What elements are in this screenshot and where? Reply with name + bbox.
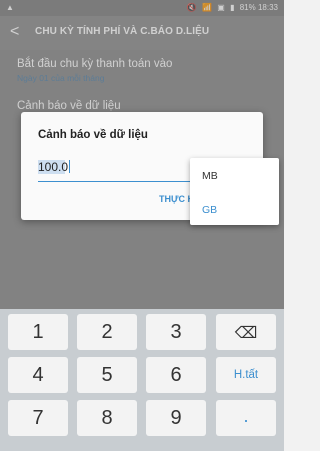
key-5[interactable]: 5 <box>77 357 137 393</box>
backspace-icon: ⌫ <box>234 325 258 342</box>
key-9[interactable]: 9 <box>146 400 206 436</box>
unit-option-gb[interactable]: GB <box>202 204 217 216</box>
key-2[interactable]: 2 <box>77 314 137 350</box>
decimal-key[interactable]: . <box>216 400 276 436</box>
warning-value-text: 100.0 <box>38 160 69 174</box>
done-key[interactable]: H.tất <box>216 357 276 393</box>
key-3[interactable]: 3 <box>146 314 206 350</box>
text-caret <box>69 160 71 173</box>
key-4[interactable]: 4 <box>8 357 68 393</box>
dialog-title: Cảnh báo về dữ liệu <box>38 129 148 141</box>
key-7[interactable]: 7 <box>8 400 68 436</box>
key-6[interactable]: 6 <box>146 357 206 393</box>
unit-dropdown: MB GB <box>190 158 279 225</box>
key-1[interactable]: 1 <box>8 314 68 350</box>
unit-option-mb[interactable]: MB <box>202 170 218 182</box>
numeric-keyboard: 1 2 3 ⌫ 4 5 6 H.tất 7 8 9 . <box>0 309 284 451</box>
backspace-key[interactable]: ⌫ <box>216 314 276 350</box>
key-8[interactable]: 8 <box>77 400 137 436</box>
